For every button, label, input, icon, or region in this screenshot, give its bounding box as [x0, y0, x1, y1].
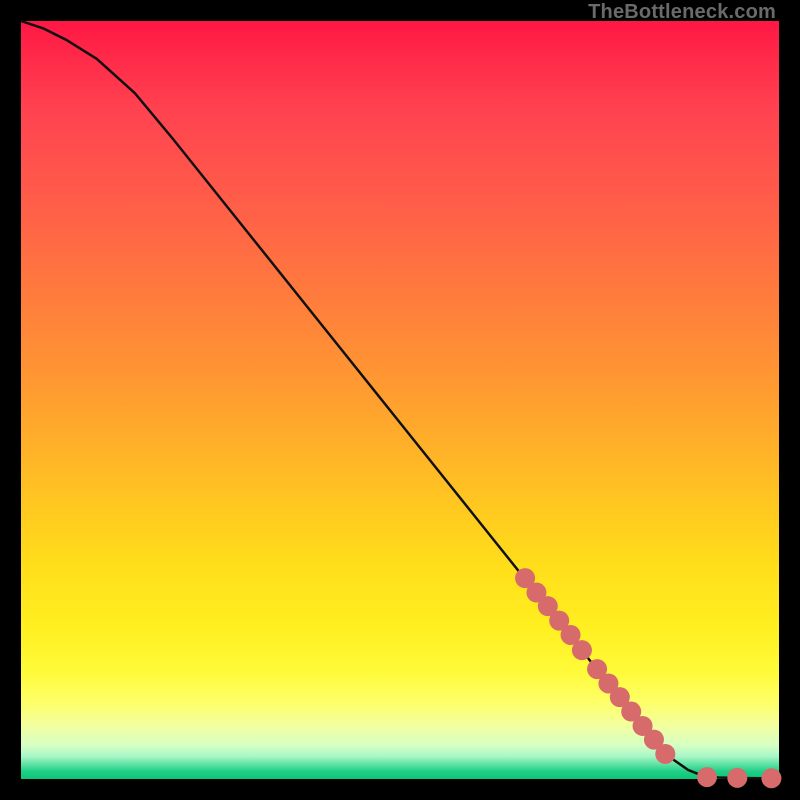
attribution-label: TheBottleneck.com: [588, 1, 776, 24]
marker-layer: [515, 568, 781, 788]
data-marker: [697, 767, 717, 787]
data-marker: [655, 744, 675, 764]
data-marker: [727, 768, 747, 788]
data-marker: [761, 768, 781, 788]
chart-frame: TheBottleneck.com: [0, 0, 800, 800]
chart-svg: [21, 21, 779, 779]
curve-path: [21, 21, 779, 778]
data-marker: [572, 640, 592, 660]
